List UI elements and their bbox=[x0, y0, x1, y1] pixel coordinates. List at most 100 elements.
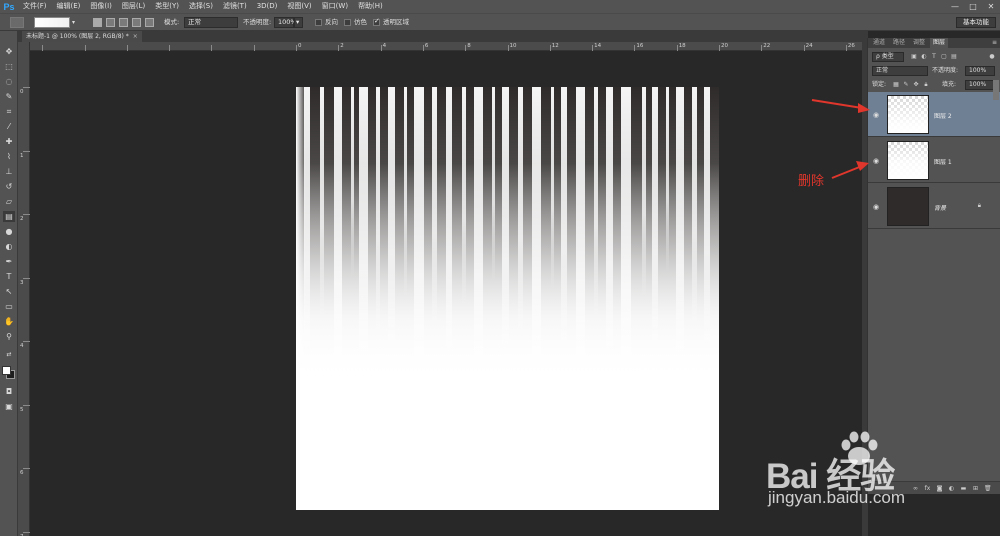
smart-object-filter-icon[interactable]: ▤ bbox=[950, 53, 958, 61]
transparency-checkbox[interactable] bbox=[373, 17, 380, 26]
mode-label: 模式: bbox=[164, 18, 180, 26]
blend-mode-select[interactable]: 正常 bbox=[872, 66, 928, 76]
type-tool-icon[interactable]: T bbox=[3, 271, 15, 282]
photoshop-window: Ps 文件(F) 编辑(E) 图像(I) 图层(L) 类型(Y) 选择(S) 滤… bbox=[0, 0, 1000, 536]
layers-panel: 通道 路径 调整 图层 ≡ ρ 类型 ▣ ◐ T ▢ ▤ ● 正常 不透明度: … bbox=[867, 38, 1000, 494]
panel-scrollbar[interactable] bbox=[993, 80, 999, 100]
brush-tool-icon[interactable]: ⌇ bbox=[3, 151, 15, 162]
minimize-button[interactable]: — bbox=[946, 0, 964, 13]
lasso-tool-icon[interactable]: ◌ bbox=[3, 76, 15, 87]
light-streak bbox=[474, 87, 483, 400]
light-streak bbox=[621, 87, 631, 425]
ruler-tick-label: 6 bbox=[20, 470, 24, 476]
type-filter-icon[interactable]: T bbox=[930, 53, 938, 61]
close-window-button[interactable]: ✕ bbox=[982, 0, 1000, 13]
gradient-picker-swatch[interactable] bbox=[34, 17, 70, 28]
dodge-tool-icon[interactable]: ◐ bbox=[3, 241, 15, 252]
visibility-eye-icon[interactable]: ◉ bbox=[873, 157, 879, 165]
hand-tool-icon[interactable]: ✋ bbox=[3, 316, 15, 327]
layer-row-1[interactable]: ◉ 图层 1 bbox=[868, 138, 1000, 183]
swap-colors-icon[interactable]: ⇄ bbox=[3, 349, 15, 360]
tool-preset-picker[interactable] bbox=[10, 17, 24, 28]
menu-3d[interactable]: 3D(D) bbox=[252, 0, 283, 13]
blur-tool-icon[interactable]: ● bbox=[3, 226, 15, 237]
tab-channels[interactable]: 通道 bbox=[870, 38, 888, 48]
layer-name[interactable]: 图层 1 bbox=[934, 157, 952, 166]
gradient-tool-icon[interactable]: ▤ bbox=[3, 211, 15, 222]
move-tool-icon[interactable]: ✥ bbox=[3, 46, 15, 57]
opacity-dropdown[interactable]: ▾ bbox=[294, 17, 303, 28]
angle-gradient-button[interactable] bbox=[119, 18, 128, 27]
visibility-eye-icon[interactable]: ◉ bbox=[873, 111, 879, 119]
foreground-color-swatch[interactable] bbox=[2, 366, 11, 375]
diamond-gradient-button[interactable] bbox=[145, 18, 154, 27]
linear-gradient-button[interactable] bbox=[93, 18, 102, 27]
mode-select[interactable]: 正常 bbox=[184, 17, 238, 28]
reverse-label: 反向 bbox=[325, 18, 338, 26]
adjustment-filter-icon[interactable]: ◐ bbox=[920, 53, 928, 61]
reverse-checkbox[interactable] bbox=[315, 19, 322, 26]
document-tab[interactable]: 未标题-1 @ 100% (图层 2, RGB/8) * × bbox=[22, 31, 142, 42]
shape-tool-icon[interactable]: ▭ bbox=[3, 301, 15, 312]
layer-row-2[interactable]: ◉ 图层 2 bbox=[868, 92, 1000, 137]
radial-gradient-button[interactable] bbox=[106, 18, 115, 27]
layer-opacity-input[interactable]: 100% bbox=[965, 66, 995, 76]
menu-help[interactable]: 帮助(H) bbox=[353, 0, 388, 13]
ruler-tick bbox=[23, 214, 30, 215]
menu-filter[interactable]: 滤镜(T) bbox=[218, 0, 252, 13]
close-icon[interactable]: × bbox=[133, 33, 138, 40]
lock-pixels-icon[interactable]: ✎ bbox=[902, 81, 910, 89]
menu-image[interactable]: 图像(I) bbox=[85, 0, 117, 13]
menu-view[interactable]: 视图(V) bbox=[282, 0, 316, 13]
screen-mode-icon[interactable]: ▣ bbox=[3, 401, 15, 412]
shape-filter-icon[interactable]: ▢ bbox=[940, 53, 948, 61]
menu-layer[interactable]: 图层(L) bbox=[117, 0, 150, 13]
horizontal-ruler[interactable]: 0 2 4 6 8 10 12 14 16 18 20 22 24 26 bbox=[30, 42, 868, 51]
tools-panel: ✥ ⬚ ◌ ✎ ⌗ ⁄ ✚ ⌇ ⊥ ↺ ▱ ▤ ● ◐ ✒ T ↖ ▭ ✋ ⚲ … bbox=[0, 31, 18, 536]
tab-adjustments[interactable]: 调整 bbox=[910, 38, 928, 48]
menu-select[interactable]: 选择(S) bbox=[184, 0, 218, 13]
layer-name[interactable]: 图层 2 bbox=[934, 111, 952, 120]
history-brush-tool-icon[interactable]: ↺ bbox=[3, 181, 15, 192]
fill-input[interactable]: 100% bbox=[965, 80, 995, 90]
layer-name[interactable]: 背景 bbox=[934, 203, 946, 212]
healing-brush-tool-icon[interactable]: ✚ bbox=[3, 136, 15, 147]
tab-layers[interactable]: 图层 bbox=[930, 38, 949, 48]
maximize-button[interactable]: □ bbox=[964, 0, 982, 13]
crop-tool-icon[interactable]: ⌗ bbox=[3, 106, 15, 117]
layer-row-background[interactable]: ◉ 背景 🔒︎ bbox=[868, 184, 1000, 229]
menu-type[interactable]: 类型(Y) bbox=[150, 0, 184, 13]
light-streak bbox=[404, 87, 407, 299]
quick-mask-icon[interactable]: ◘ bbox=[3, 386, 15, 397]
marquee-tool-icon[interactable]: ⬚ bbox=[3, 61, 15, 72]
layer-opacity-value: 100% bbox=[969, 67, 987, 74]
panel-menu-icon[interactable]: ≡ bbox=[992, 38, 997, 48]
lock-position-icon[interactable]: ✥ bbox=[912, 81, 920, 89]
eraser-tool-icon[interactable]: ▱ bbox=[3, 196, 15, 207]
reflected-gradient-button[interactable] bbox=[132, 18, 141, 27]
vertical-ruler[interactable]: 01234567 bbox=[18, 42, 30, 536]
dither-checkbox[interactable] bbox=[344, 19, 351, 26]
pen-tool-icon[interactable]: ✒ bbox=[3, 256, 15, 267]
tab-paths[interactable]: 路径 bbox=[890, 38, 908, 48]
chevron-down-icon[interactable]: ▾ bbox=[72, 19, 75, 26]
quick-select-tool-icon[interactable]: ✎ bbox=[3, 91, 15, 102]
layer-filter-select[interactable]: ρ 类型 bbox=[872, 52, 904, 62]
opacity-input[interactable]: 100% bbox=[274, 17, 297, 28]
eyedropper-tool-icon[interactable]: ⁄ bbox=[3, 121, 15, 132]
pixel-filter-icon[interactable]: ▣ bbox=[910, 53, 918, 61]
panel-tab-bar: 通道 路径 调整 图层 ≡ bbox=[868, 38, 1000, 48]
visibility-eye-icon[interactable]: ◉ bbox=[873, 203, 879, 211]
menu-window[interactable]: 窗口(W) bbox=[317, 0, 353, 13]
filter-toggle-icon[interactable]: ● bbox=[988, 53, 996, 61]
zoom-tool-icon[interactable]: ⚲ bbox=[3, 331, 15, 342]
menu-file[interactable]: 文件(F) bbox=[18, 0, 52, 13]
workspace-switcher[interactable]: 基本功能 bbox=[956, 17, 996, 28]
window-controls: — □ ✕ bbox=[946, 0, 1000, 13]
clone-stamp-tool-icon[interactable]: ⊥ bbox=[3, 166, 15, 177]
document-canvas[interactable] bbox=[296, 87, 719, 510]
lock-transparent-icon[interactable]: ▦ bbox=[892, 81, 900, 89]
lock-all-icon[interactable]: 🔒︎ bbox=[922, 81, 930, 89]
path-select-tool-icon[interactable]: ↖ bbox=[3, 286, 15, 297]
menu-edit[interactable]: 编辑(E) bbox=[52, 0, 86, 13]
